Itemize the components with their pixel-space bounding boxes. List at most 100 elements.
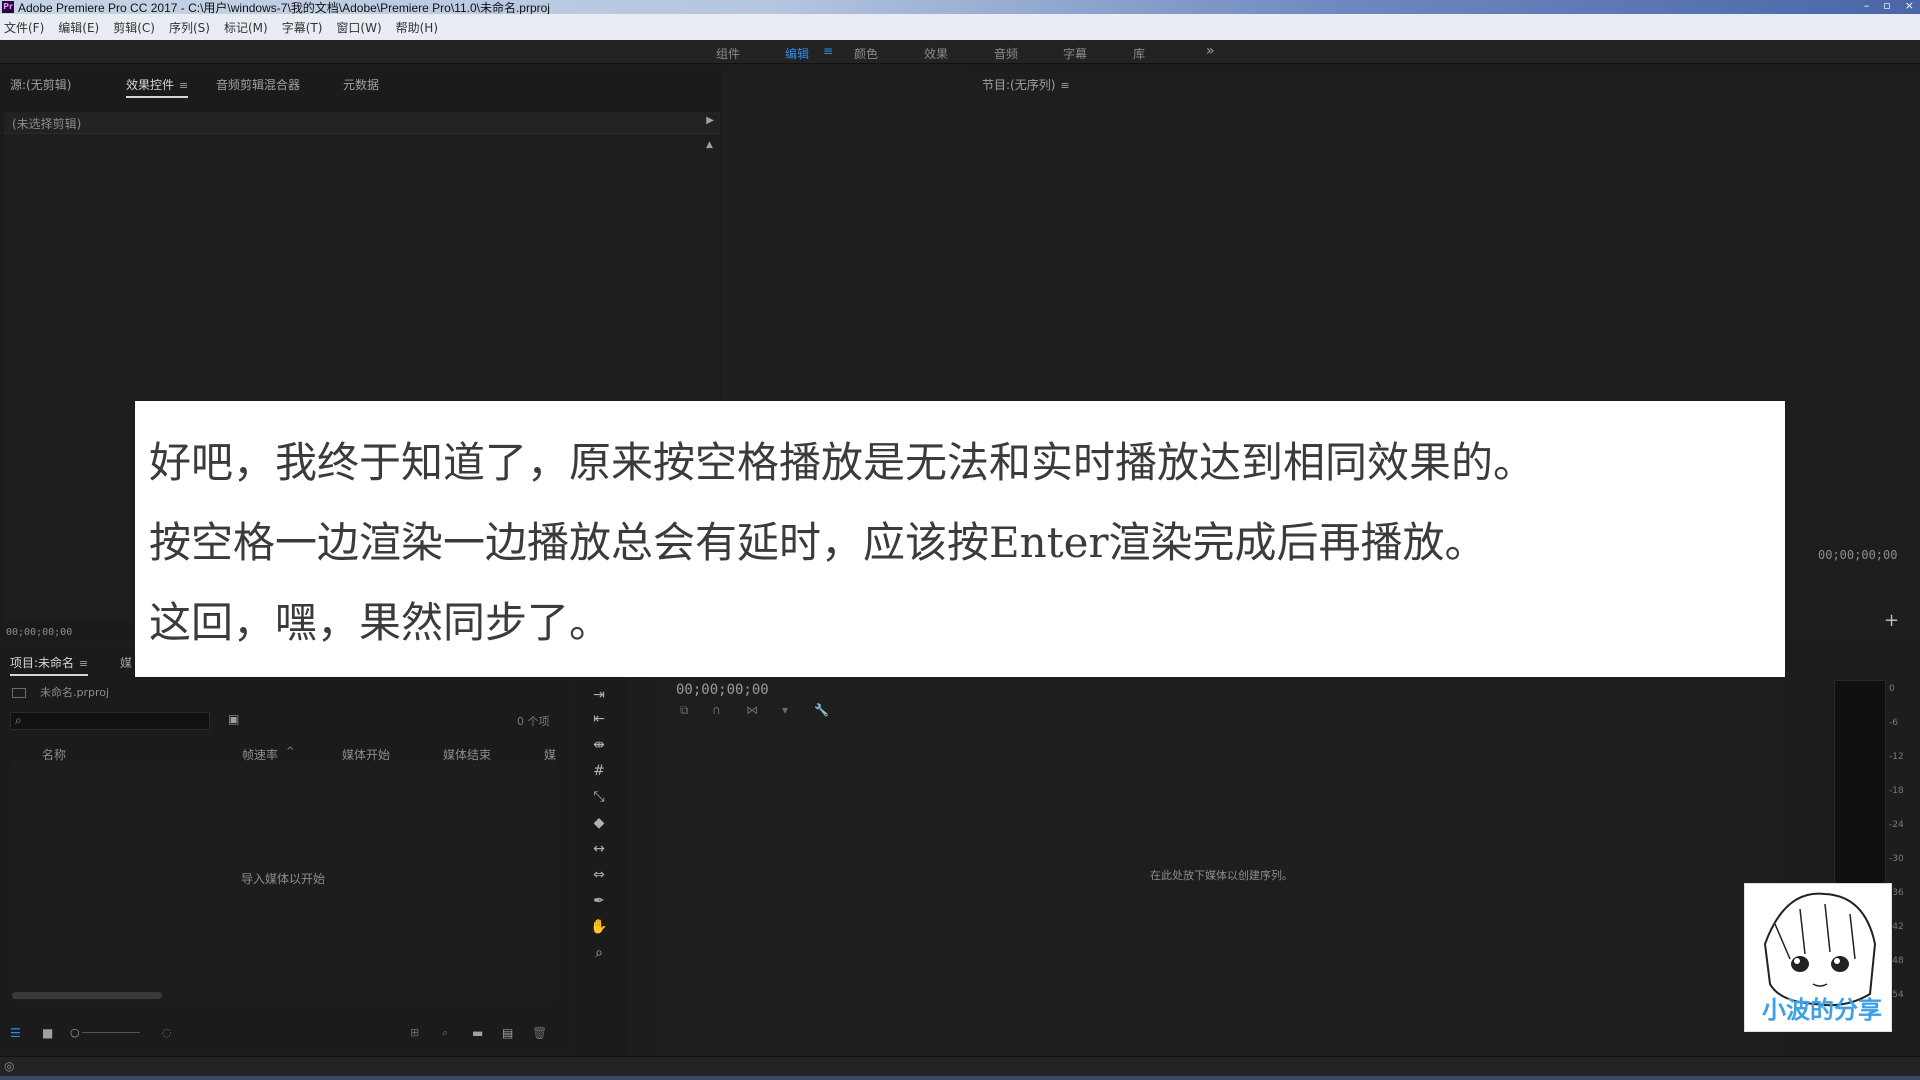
meter-tick: -18 [1889,786,1904,796]
title-bar: Pr Adobe Premiere Pro CC 2017 - C:\用户\wi… [0,0,1920,15]
zoom-icon[interactable]: ⌕ [588,942,610,964]
status-icon: ◎ [4,1059,15,1073]
timeline-timecode[interactable]: 00;00;00;00 [676,682,769,698]
project-menu-icon[interactable]: ≡ [79,657,88,670]
minimize-icon[interactable]: – [1864,0,1870,12]
program-duration-timecode: 00;00;00;00 [1818,548,1898,562]
tab-audio-clip-mixer[interactable]: 音频剪辑混合器 [216,76,300,93]
menu-marker[interactable]: 标记(M) [224,19,268,36]
desktop-strip [0,1076,1920,1080]
workspace-audio[interactable]: 音频 [994,45,1018,62]
menu-clip[interactable]: 剪辑(C) [113,19,155,36]
linked-selection-icon[interactable]: ⋈ [746,703,758,717]
premiere-app-icon: Pr [2,1,14,13]
expand-arrow-icon[interactable]: ▶ [706,115,714,126]
close-icon[interactable]: × [1905,0,1914,12]
meter-tick: -24 [1889,820,1904,830]
project-file-name: 未命名.prproj [40,686,110,699]
track-select-backward-icon[interactable]: ⇤ [588,708,610,730]
tab-effect-controls[interactable]: 效果控件 ≡ [126,76,189,98]
overlay-line: 好吧，我终于知道了，原来按空格播放是无法和实时播放达到相同效果的。 [149,438,1536,487]
effect-controls-timecode[interactable]: 00;00;00;00 [6,627,72,638]
wrench-icon[interactable]: 🔧 [814,703,829,717]
trash-icon[interactable]: 🗑 [532,1026,547,1040]
overlay-line: 按空格一边渲染一边播放总会有延时，应该按Enter渲染完成后再播放。 [149,518,1487,567]
panel-menu-icon[interactable]: ≡ [179,79,188,92]
meter-tick: -6 [1889,718,1898,728]
workspace-more-icon[interactable]: » [1206,43,1215,59]
insert-nest-icon[interactable]: ⧉ [680,703,689,718]
rate-stretch-icon[interactable]: ⤡ [588,786,610,808]
automate-icon[interactable]: ⊞ [410,1026,419,1039]
column-media-duration[interactable]: 媒 [544,746,556,763]
zoom-slider[interactable] [82,1032,140,1033]
zoom-slider-handle-icon[interactable]: ○ [70,1026,80,1039]
razor-icon[interactable]: ◆ [588,812,610,834]
sort-icon[interactable]: ◌ [162,1026,172,1039]
menu-window[interactable]: 窗口(W) [336,19,381,36]
menu-file[interactable]: 文件(F) [4,19,44,36]
hand-icon[interactable]: ✋ [588,916,610,938]
menu-help[interactable]: 帮助(H) [396,19,438,36]
menu-sequence[interactable]: 序列(S) [169,19,210,36]
icon-view-icon[interactable]: ■ [42,1026,53,1040]
annotation-overlay: 好吧，我终于知道了，原来按空格播放是无法和实时播放达到相同效果的。 按空格一边渲… [135,401,1785,677]
ripple-edit-icon[interactable]: ⇼ [588,734,610,756]
add-button-icon[interactable]: + [1884,610,1899,631]
column-media-start[interactable]: 媒体开始 [342,746,390,763]
pen-icon[interactable]: ✒ [588,890,610,912]
effect-controls-header: (未选择剪辑) ▶ [4,112,720,134]
tab-project[interactable]: 项目:未命名 ≡ [10,654,89,676]
maximize-icon[interactable]: ▫ [1883,0,1890,12]
project-horizontal-scrollbar[interactable] [12,992,162,999]
import-media-hint: 导入媒体以开始 [241,872,326,886]
no-clip-label: (未选择剪辑) [12,117,82,131]
column-name[interactable]: 名称 [42,746,66,763]
sort-ascending-icon[interactable]: ^ [286,746,294,757]
slip-icon[interactable]: ↔ [588,838,610,860]
search-icon: ⌕ [15,713,22,727]
menu-edit[interactable]: 编辑(E) [58,19,99,36]
meter-tick: -12 [1889,752,1904,762]
rolling-edit-icon[interactable]: # [588,760,610,782]
window-controls: – ▫ × [1864,0,1914,12]
workspace-editing[interactable]: 编辑 [785,45,809,62]
find-icon[interactable]: ⌕ [442,1026,448,1040]
column-frame-rate[interactable]: 帧速率 [242,746,278,763]
project-search-input[interactable]: ⌕ [10,712,210,730]
project-file-icon [12,688,26,698]
slide-icon[interactable]: ⇔ [588,864,610,886]
tools-panel: ⇥ ⇤ ⇼ # ⤡ ◆ ↔ ⇔ ✒ ✋ ⌕ [572,676,626,1056]
menu-bar: 文件(F) 编辑(E) 剪辑(C) 序列(S) 标记(M) 字幕(T) 窗口(W… [0,14,1920,40]
menu-title[interactable]: 字幕(T) [282,19,323,36]
workspace-assembly[interactable]: 组件 [716,45,740,62]
snap-icon[interactable]: ∩ [712,703,721,717]
new-bin-icon[interactable]: ▣ [228,712,239,726]
workspace-color[interactable]: 颜色 [854,45,878,62]
workspace-bar: 组件 编辑 ≡ 颜色 效果 音频 字幕 库 » [0,40,1920,64]
track-select-forward-icon[interactable]: ⇥ [588,684,610,706]
scroll-up-icon[interactable]: ▲ [706,140,713,150]
column-media-end[interactable]: 媒体结束 [443,746,491,763]
meter-tick: 0 [1889,684,1895,694]
overlay-line: 这回，嘿，果然同步了。 [149,598,612,647]
workspace-menu-icon[interactable]: ≡ [823,44,833,58]
timeline-panel[interactable] [654,676,1780,1056]
item-count: 0 个项 [517,715,550,728]
tab-media-browser[interactable]: 媒 [120,654,132,671]
meter-tick: -30 [1889,854,1904,864]
watermark-text: 小波的分享 [1762,996,1882,1024]
program-title[interactable]: 节目:(无序列) ≡ [982,76,1070,93]
tab-effect-controls-label: 效果控件 [126,78,175,92]
program-menu-icon[interactable]: ≡ [1060,79,1069,92]
tab-metadata[interactable]: 元数据 [343,76,379,93]
add-marker-icon[interactable]: ▾ [782,703,788,717]
workspace-libraries[interactable]: 库 [1133,45,1145,62]
list-view-icon[interactable]: ☰ [10,1026,21,1040]
tab-source[interactable]: 源:(无剪辑) [10,76,71,93]
workspace-titles[interactable]: 字幕 [1063,45,1087,62]
new-bin-bottom-icon[interactable]: ▬ [472,1026,483,1040]
new-item-icon[interactable]: ▤ [502,1026,513,1040]
timeline-drop-hint: 在此处放下媒体以创建序列。 [1150,869,1293,882]
workspace-effects[interactable]: 效果 [924,45,948,62]
